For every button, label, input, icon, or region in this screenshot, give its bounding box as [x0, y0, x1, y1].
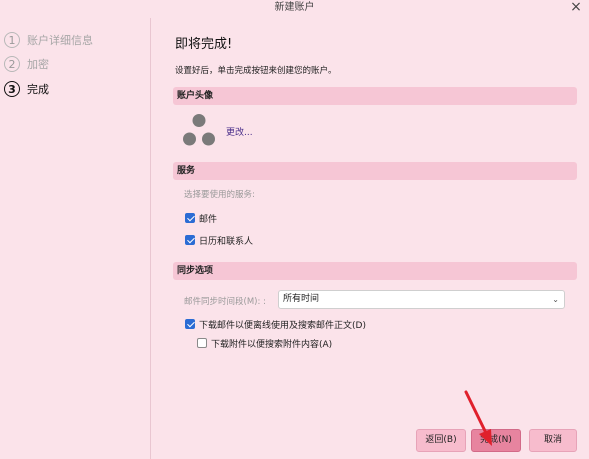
section-title: 同步选项	[177, 266, 214, 276]
intro-text: 设置好后，单击完成按钮来创建您的账户。	[175, 66, 337, 76]
services-prompt: 选择要使用的服务:	[184, 190, 255, 200]
checkbox-label: 下载邮件以便离线使用及搜索邮件正文(D)	[199, 320, 366, 331]
back-button[interactable]: 返回(B)	[416, 429, 466, 452]
download-attachments-checkbox[interactable]: 下载附件以便搜索附件内容(A)	[197, 336, 332, 350]
step-number: 1	[4, 32, 20, 48]
sync-period-value: 所有时间	[283, 294, 320, 304]
page-title: 即将完成!	[175, 37, 233, 52]
services-section-header: 服务	[173, 162, 577, 180]
step-number: 2	[4, 56, 20, 72]
finish-button[interactable]: 完成(N)	[471, 429, 521, 452]
sync-section-header: 同步选项	[173, 262, 577, 280]
avatar-section-header: 账户头像	[173, 87, 577, 105]
checkbox-unchecked[interactable]	[197, 338, 207, 348]
step-label: 加密	[27, 58, 49, 71]
checkbox-label: 下载附件以便搜索附件内容(A)	[211, 339, 333, 350]
chevron-down-icon[interactable]: ⌄	[552, 291, 559, 308]
window-title: 新建账户	[274, 2, 315, 13]
step-label: 账户详细信息	[27, 34, 93, 47]
steps-sidebar: 1 账户详细信息 2 加密 3 完成	[0, 18, 151, 459]
step-account-details[interactable]: 1 账户详细信息	[4, 30, 93, 50]
calendar-contacts-checkbox[interactable]: 日历和联系人	[185, 233, 253, 247]
change-avatar-link[interactable]: 更改...	[226, 125, 253, 138]
step-encryption[interactable]: 2 加密	[4, 54, 49, 74]
section-title: 账户头像	[177, 91, 214, 101]
section-title: 服务	[177, 166, 196, 176]
step-label: 完成	[27, 83, 49, 96]
checkbox-label: 日历和联系人	[199, 236, 254, 247]
step-number: 3	[4, 81, 20, 97]
sync-period-select[interactable]: 所有时间 ⌄	[278, 290, 565, 309]
mail-service-checkbox[interactable]: 邮件	[185, 211, 217, 225]
step-finish[interactable]: 3 完成	[4, 79, 49, 99]
checkbox-checked[interactable]	[185, 235, 195, 245]
close-icon[interactable]: ×	[567, 0, 585, 18]
cancel-button[interactable]: 取消	[529, 429, 577, 452]
sync-period-label: 邮件同步时间段(M): :	[184, 297, 266, 307]
window-titlebar: 新建账户	[0, 0, 589, 18]
checkbox-checked[interactable]	[185, 213, 195, 223]
person-icon	[183, 114, 215, 146]
checkbox-checked[interactable]	[185, 319, 195, 329]
checkbox-label: 邮件	[199, 214, 218, 225]
download-mail-checkbox[interactable]: 下载邮件以便离线使用及搜索邮件正文(D)	[185, 317, 366, 331]
